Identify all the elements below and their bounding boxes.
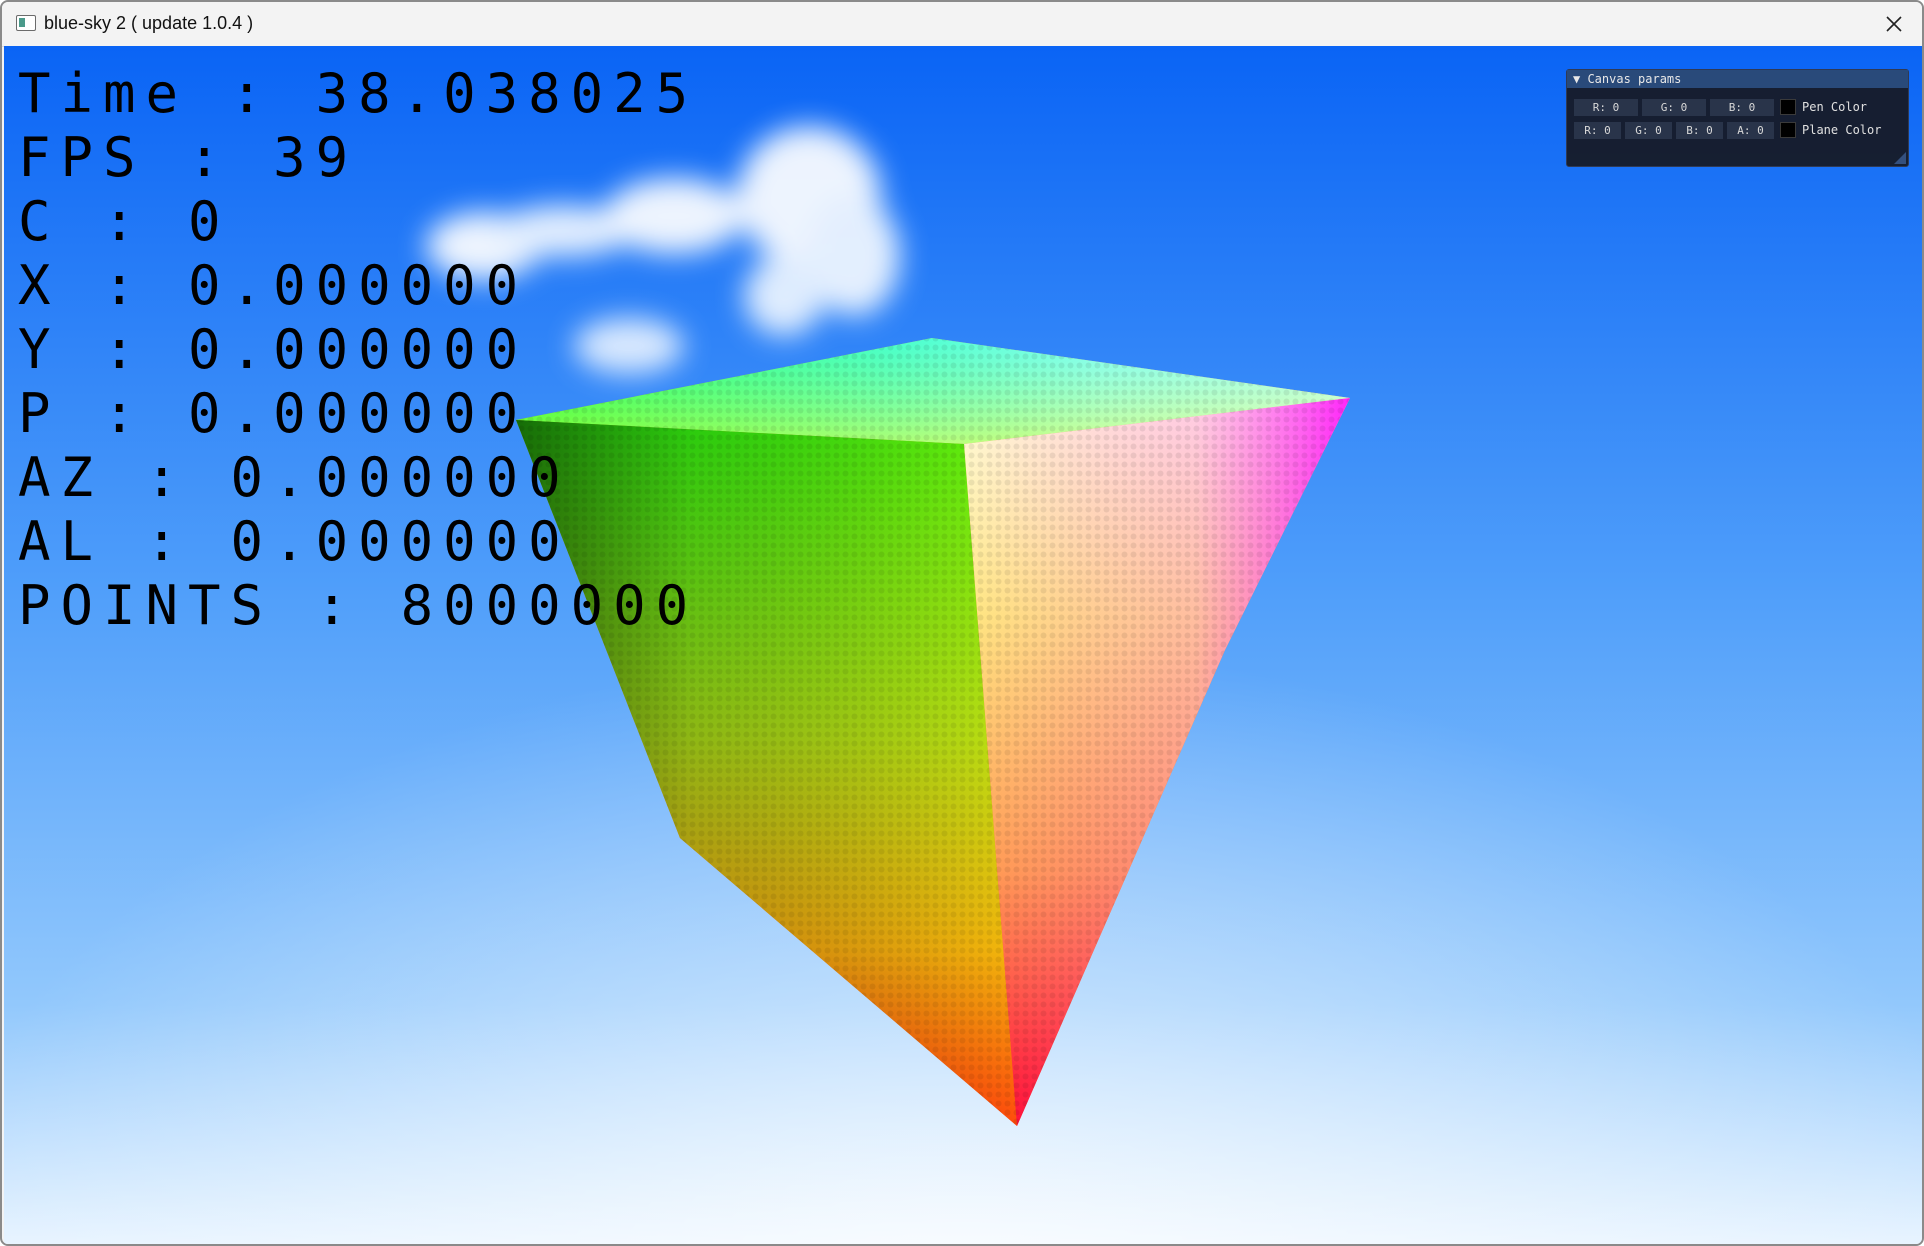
hud-al: AL : 0.000000 (18, 510, 571, 573)
pen-color-row: R: 0 G: 0 B: 0 Pen Color (1574, 98, 1867, 116)
close-button[interactable] (1866, 2, 1922, 46)
app-icon (16, 15, 36, 31)
hud-p: P : 0.000000 (18, 382, 529, 445)
pen-color-swatch[interactable] (1780, 99, 1796, 115)
canvas-params-header[interactable]: ▼ Canvas params (1567, 70, 1908, 88)
pen-g-field[interactable]: G: 0 (1642, 98, 1706, 116)
hud-fps: FPS : 39 (18, 126, 359, 189)
render-canvas[interactable]: Time : 38.038025 FPS : 39 C : 0 X : 0.00… (4, 46, 1922, 1244)
pen-b-field[interactable]: B: 0 (1710, 98, 1774, 116)
plane-a-field[interactable]: A: 0 (1727, 121, 1774, 139)
close-icon (1886, 16, 1902, 32)
plane-color-label: Plane Color (1802, 123, 1882, 137)
pen-r-field[interactable]: R: 0 (1574, 98, 1638, 116)
title-bar[interactable]: blue-sky 2 ( update 1.0.4 ) (2, 2, 1922, 47)
hud-x: X : 0.000000 (18, 254, 529, 317)
hud-time: Time : 38.038025 (18, 62, 699, 125)
pen-color-label: Pen Color (1802, 100, 1868, 114)
plane-color-swatch[interactable] (1780, 122, 1796, 138)
panel-resize-grip[interactable] (1894, 152, 1906, 164)
app-window: blue-sky 2 ( update 1.0.4 ) Time: 38.03… (0, 0, 1924, 1246)
canvas-params-panel[interactable]: ▼ Canvas params R: 0 G: 0 B: 0 Pen Color… (1566, 69, 1909, 167)
plane-r-field[interactable]: R: 0 (1574, 121, 1621, 139)
plane-b-field[interactable]: B: 0 (1676, 121, 1723, 139)
plane-color-row: R: 0 G: 0 B: 0 A: 0 Plane Color (1574, 121, 1881, 139)
hud-points: POINTS : 8000000 (18, 574, 699, 637)
hud-stats: Time : 38.038025 FPS : 39 C : 0 X : 0.00… (18, 62, 698, 638)
hud-az: AZ : 0.000000 (18, 446, 571, 509)
hud-c: C : 0 (18, 190, 231, 253)
hud-y: Y : 0.000000 (18, 318, 529, 381)
plane-g-field[interactable]: G: 0 (1625, 121, 1672, 139)
window-title: blue-sky 2 ( update 1.0.4 ) (44, 13, 254, 33)
